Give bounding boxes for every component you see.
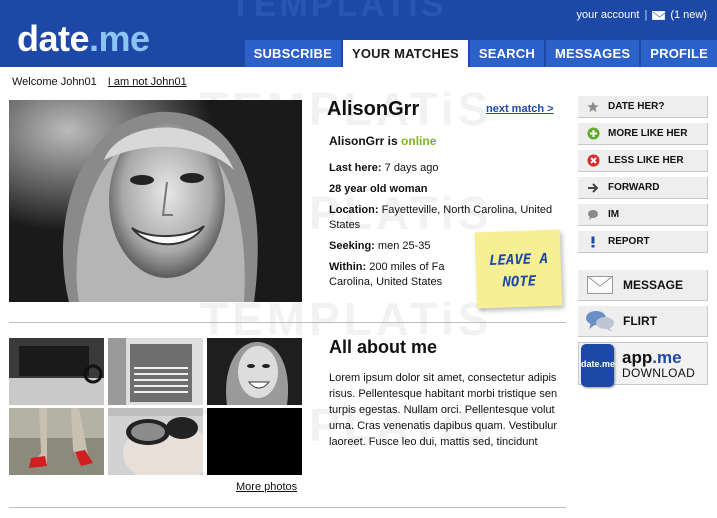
arrow-right-icon <box>584 179 602 197</box>
app-title: app.me <box>622 348 682 368</box>
envelope-icon <box>585 276 615 294</box>
less-like-her-label: LESS LIKE HER <box>608 155 684 166</box>
tab-profile[interactable]: PROFILE <box>641 40 717 67</box>
chat-bubble-icon <box>584 206 602 224</box>
photo-thumbnail[interactable] <box>207 408 302 475</box>
report-button[interactable]: REPORT <box>578 231 708 253</box>
status-prefix: AlisonGrr is <box>329 134 398 148</box>
age-gender-value: 28 year old woman <box>329 183 428 195</box>
photo-thumbnail[interactable] <box>108 408 203 475</box>
exclamation-icon <box>584 233 602 251</box>
account-separator: | <box>644 9 648 21</box>
envelope-icon[interactable] <box>652 10 667 20</box>
photo-thumbnail[interactable] <box>108 338 203 405</box>
section-divider <box>9 322 566 323</box>
tab-your-matches[interactable]: YOUR MATCHES <box>342 40 468 67</box>
im-button[interactable]: IM <box>578 204 708 226</box>
date-her-button[interactable]: DATE HER? <box>578 96 708 118</box>
minus-circle-icon <box>584 152 602 170</box>
app-logo: date.me <box>581 344 615 387</box>
photo-thumbnail[interactable] <box>207 338 302 405</box>
location-label: Location: <box>329 204 379 216</box>
photo-thumbnail[interactable] <box>9 338 104 405</box>
seeking-value: men 25-35 <box>377 240 431 252</box>
chat-bubbles-icon <box>585 309 615 333</box>
message-label: MESSAGE <box>623 278 684 292</box>
about-body: Lorem ipsum dolor sit amet, consectetur … <box>329 372 558 448</box>
online-status: AlisonGrr is online <box>329 134 569 149</box>
seeking-label: Seeking: <box>329 240 375 252</box>
flirt-label: FLIRT <box>623 314 657 328</box>
more-like-her-label: MORE LIKE HER <box>608 128 688 139</box>
leave-note-button[interactable]: LEAVE A NOTE <box>474 229 563 309</box>
header-watermark: TEMPLATiS <box>230 0 447 24</box>
your-account-link[interactable]: your account <box>576 9 639 21</box>
date-her-label: DATE HER? <box>608 101 665 112</box>
forward-button[interactable]: FORWARD <box>578 177 708 199</box>
next-match-link[interactable]: next match > <box>486 103 554 115</box>
more-like-her-button[interactable]: MORE LIKE HER <box>578 123 708 145</box>
age-gender: 28 year old woman <box>329 182 569 197</box>
app-title-word: app <box>622 348 653 367</box>
app-download-label: DOWNLOAD <box>622 366 696 380</box>
last-here-value: 7 days ago <box>384 162 439 174</box>
more-photos-link[interactable]: More photos <box>236 481 297 493</box>
location: Location: Fayetteville, North Carolina, … <box>329 203 569 233</box>
section-divider <box>9 507 566 508</box>
message-button[interactable]: MESSAGE <box>578 270 708 301</box>
forward-label: FORWARD <box>608 182 660 193</box>
im-label: IM <box>608 209 620 220</box>
report-label: REPORT <box>608 236 650 247</box>
app-download-button[interactable]: date.me app.me DOWNLOAD <box>578 342 708 387</box>
logo-domain: .me <box>89 18 150 59</box>
about-title: All about me <box>329 337 438 357</box>
welcome-text: Welcome John01 <box>12 76 97 88</box>
leave-note-label: LEAVE A NOTE <box>488 250 549 291</box>
last-here: Last here: 7 days ago <box>329 161 569 176</box>
site-logo[interactable]: date.me <box>17 19 150 59</box>
within-label: Within: <box>329 261 367 273</box>
status-badge: online <box>401 134 437 148</box>
main-profile-photo[interactable] <box>9 100 302 302</box>
main-nav: SUBSCRIBE YOUR MATCHES SEARCH MESSAGES P… <box>244 40 717 67</box>
logo-word: date <box>17 18 90 59</box>
tab-search[interactable]: SEARCH <box>469 40 544 67</box>
plus-circle-icon <box>584 125 602 143</box>
less-like-her-button[interactable]: LESS LIKE HER <box>578 150 708 172</box>
account-bar: your account | (1 new) <box>576 9 707 21</box>
last-here-label: Last here: <box>329 162 382 174</box>
profile-name: AlisonGrr <box>327 98 420 120</box>
star-icon <box>584 98 602 116</box>
welcome-bar: Welcome John01 I am not John01 <box>12 76 187 88</box>
tab-subscribe[interactable]: SUBSCRIBE <box>244 40 341 67</box>
tab-messages[interactable]: MESSAGES <box>545 40 640 67</box>
app-title-domain: .me <box>652 348 682 367</box>
flirt-button[interactable]: FLIRT <box>578 306 708 337</box>
site-header: TEMPLATiS date.me your account | (1 new)… <box>0 0 717 67</box>
new-messages-count[interactable]: (1 new) <box>670 9 707 21</box>
within: Within: 200 miles of Fa Carolina, United… <box>329 260 454 290</box>
photo-thumbnail[interactable] <box>9 408 104 475</box>
not-me-link[interactable]: I am not John01 <box>108 76 187 88</box>
